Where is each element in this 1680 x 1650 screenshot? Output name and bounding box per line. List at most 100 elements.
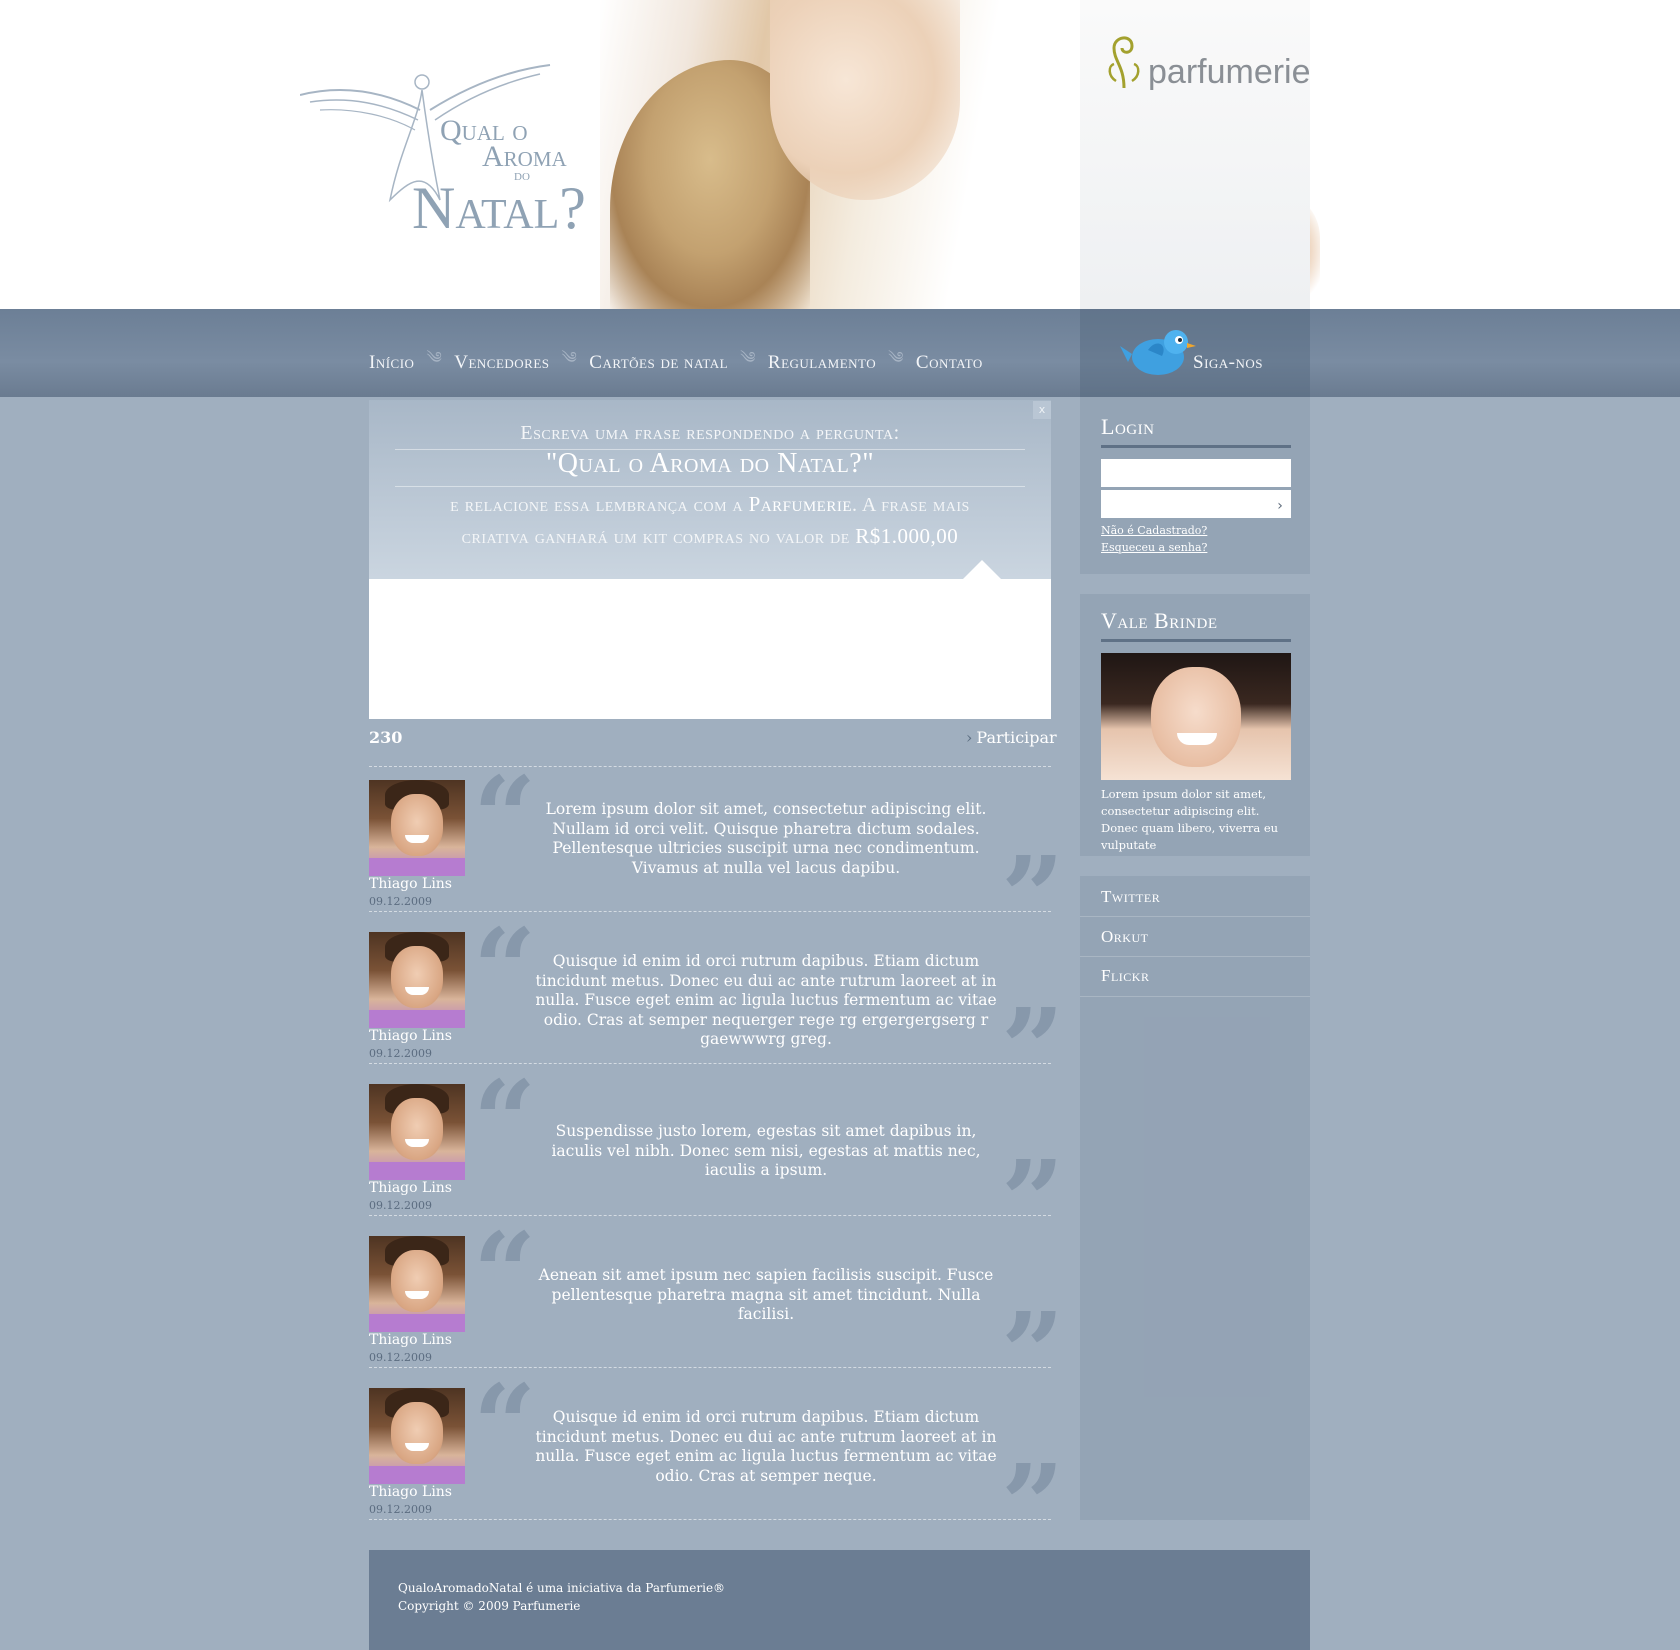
avatar[interactable] <box>369 1084 465 1180</box>
avatar[interactable] <box>369 1388 465 1484</box>
social-divider <box>1080 916 1310 917</box>
close-button[interactable]: x <box>1033 401 1051 419</box>
prompt-question: "Qual o Aroma do Natal?" <box>545 448 875 479</box>
footer-text: QualoAromadoNatal é uma iniciativa da Pa… <box>398 1581 726 1595</box>
follow-label[interactable]: Siga-nos <box>1193 352 1263 374</box>
campaign-title-line4: Natal? <box>412 175 586 241</box>
list-item: Thiago Lins 09.12.2009 “ ” Aenean sit am… <box>369 1218 1064 1408</box>
quote-open-icon: “ <box>473 752 537 881</box>
divider <box>369 1367 1051 1368</box>
entry-date: 09.12.2009 <box>369 1047 432 1060</box>
nav-separator-icon: ༄ <box>740 350 756 367</box>
list-item: Thiago Lins 09.12.2009 “ ” Quisque id en… <box>369 914 1064 1104</box>
gift-smile <box>1177 733 1217 745</box>
quote-open-icon: “ <box>473 1056 537 1185</box>
brand-swirl-icon <box>1108 36 1140 89</box>
nav-separator-icon: ༄ <box>426 350 443 367</box>
divider <box>369 766 1051 767</box>
character-counter: 230 <box>369 728 403 747</box>
divider <box>369 1063 1051 1064</box>
entry-text: Lorem ipsum dolor sit amet, consectetur … <box>545 800 987 877</box>
gift-title: Vale Brinde <box>1101 608 1218 633</box>
header-banner: parfumerie Qual o Aroma do Natal? <box>0 0 1680 309</box>
participate-button[interactable]: › Participar <box>966 728 1057 747</box>
entry-author[interactable]: Thiago Lins <box>369 1484 452 1500</box>
forgot-password-link[interactable]: Esqueceu a senha? <box>1101 541 1207 554</box>
social-link-twitter[interactable]: Twitter <box>1101 887 1160 907</box>
quote-open-icon: “ <box>473 1360 537 1489</box>
avatar[interactable] <box>369 780 465 876</box>
social-link-flickr[interactable]: Flickr <box>1101 966 1149 986</box>
prompt-prize-value: R$1.000,00 <box>855 524 959 548</box>
participate-label: Participar <box>976 728 1057 747</box>
entry-text: Suspendisse justo lorem, egestas sit ame… <box>551 1122 981 1179</box>
nav-item-contato[interactable]: Contato <box>916 352 983 374</box>
avatar[interactable] <box>369 1236 465 1332</box>
list-item: Thiago Lins 09.12.2009 “ ” Quisque id en… <box>369 1370 1064 1560</box>
entry-date: 09.12.2009 <box>369 1199 432 1212</box>
avatar-face <box>391 794 443 856</box>
gift-title-rule <box>1101 639 1291 642</box>
twitter-bird-icon[interactable] <box>1118 322 1198 382</box>
login-title: Login <box>1101 414 1155 439</box>
avatar-face <box>391 1402 443 1464</box>
avatar-face <box>391 946 443 1008</box>
brand-name: parfumerie <box>1148 53 1311 91</box>
divider <box>369 1519 1051 1520</box>
password-field[interactable] <box>1101 490 1291 518</box>
entry-author[interactable]: Thiago Lins <box>369 876 452 892</box>
social-divider <box>1080 996 1310 997</box>
entry-author[interactable]: Thiago Lins <box>369 1332 452 1348</box>
entry-author[interactable]: Thiago Lins <box>369 1180 452 1196</box>
entry-date: 09.12.2009 <box>369 1503 432 1516</box>
avatar-shirt <box>369 1010 465 1028</box>
nav-item-inicio[interactable]: Início <box>369 352 414 374</box>
social-link-orkut[interactable]: Orkut <box>1101 927 1148 947</box>
nav-item-cartoes-de-natal[interactable]: Cartões de natal <box>589 352 728 374</box>
nav-item-regulamento[interactable]: Regulamento <box>768 352 876 374</box>
quote-open-icon: “ <box>473 1208 537 1337</box>
prompt-text: e relacione essa lembrança com a <box>450 494 749 516</box>
username-field[interactable] <box>1101 459 1291 487</box>
entry-text: Quisque id enim id orci rutrum dapibus. … <box>535 1408 997 1485</box>
entry-text: Aenean sit amet ipsum nec sapien facilis… <box>538 1266 994 1323</box>
entry-date: 09.12.2009 <box>369 895 432 908</box>
prompt-text: criativa ganhará um kit compras no valor… <box>461 526 856 548</box>
list-item: Thiago Lins 09.12.2009 “ ” Lorem ipsum d… <box>369 762 1064 952</box>
main-nav: Início ༄ Vencedores ༄ Cartões de natal ༄… <box>369 340 983 385</box>
prompt-description-line1: e relacione essa lembrança com a Parfume… <box>369 488 1051 521</box>
entry-author[interactable]: Thiago Lins <box>369 1028 452 1044</box>
nav-item-vencedores[interactable]: Vencedores <box>454 352 549 374</box>
prompt-description-line2: criativa ganhará um kit compras no valor… <box>369 520 1051 553</box>
entry-text: Quisque id enim id orci rutrum dapibus. … <box>535 952 997 1048</box>
avatar-shirt <box>369 1314 465 1332</box>
prompt-divider <box>395 486 1025 487</box>
brand-logo[interactable]: parfumerie <box>1104 26 1311 96</box>
login-submit-button[interactable]: › <box>1272 498 1288 514</box>
chevron-right-icon: › <box>966 728 973 747</box>
prompt-text: . A frase mais <box>852 494 970 516</box>
campaign-logo[interactable]: Qual o Aroma do Natal? <box>300 60 630 240</box>
entry-date: 09.12.2009 <box>369 1351 432 1364</box>
nav-separator-icon: ༄ <box>561 350 578 367</box>
phrase-input[interactable] <box>369 579 1051 719</box>
social-divider <box>1080 956 1310 957</box>
avatar-face <box>391 1098 443 1160</box>
avatar-shirt <box>369 858 465 876</box>
prompt-pointer-icon <box>962 560 1002 580</box>
login-title-rule <box>1101 445 1291 448</box>
register-link[interactable]: Não é Cadastrado? <box>1101 524 1207 537</box>
avatar-shirt <box>369 1466 465 1484</box>
hero-face <box>770 0 960 200</box>
avatar[interactable] <box>369 932 465 1028</box>
avatar-face <box>391 1250 443 1312</box>
gift-text: Lorem ipsum dolor sit amet, consectetur … <box>1101 787 1279 852</box>
nav-separator-icon: ༄ <box>888 350 904 367</box>
avatar-shirt <box>369 1162 465 1180</box>
footer-copyright: Copyright © 2009 Parfumerie <box>398 1599 581 1613</box>
divider <box>369 1215 1051 1216</box>
gift-photo[interactable] <box>1101 653 1291 780</box>
quote-close-icon: ” <box>1001 1440 1065 1569</box>
prompt-brand: Parfumerie <box>748 492 853 516</box>
quote-open-icon: “ <box>473 904 537 1033</box>
